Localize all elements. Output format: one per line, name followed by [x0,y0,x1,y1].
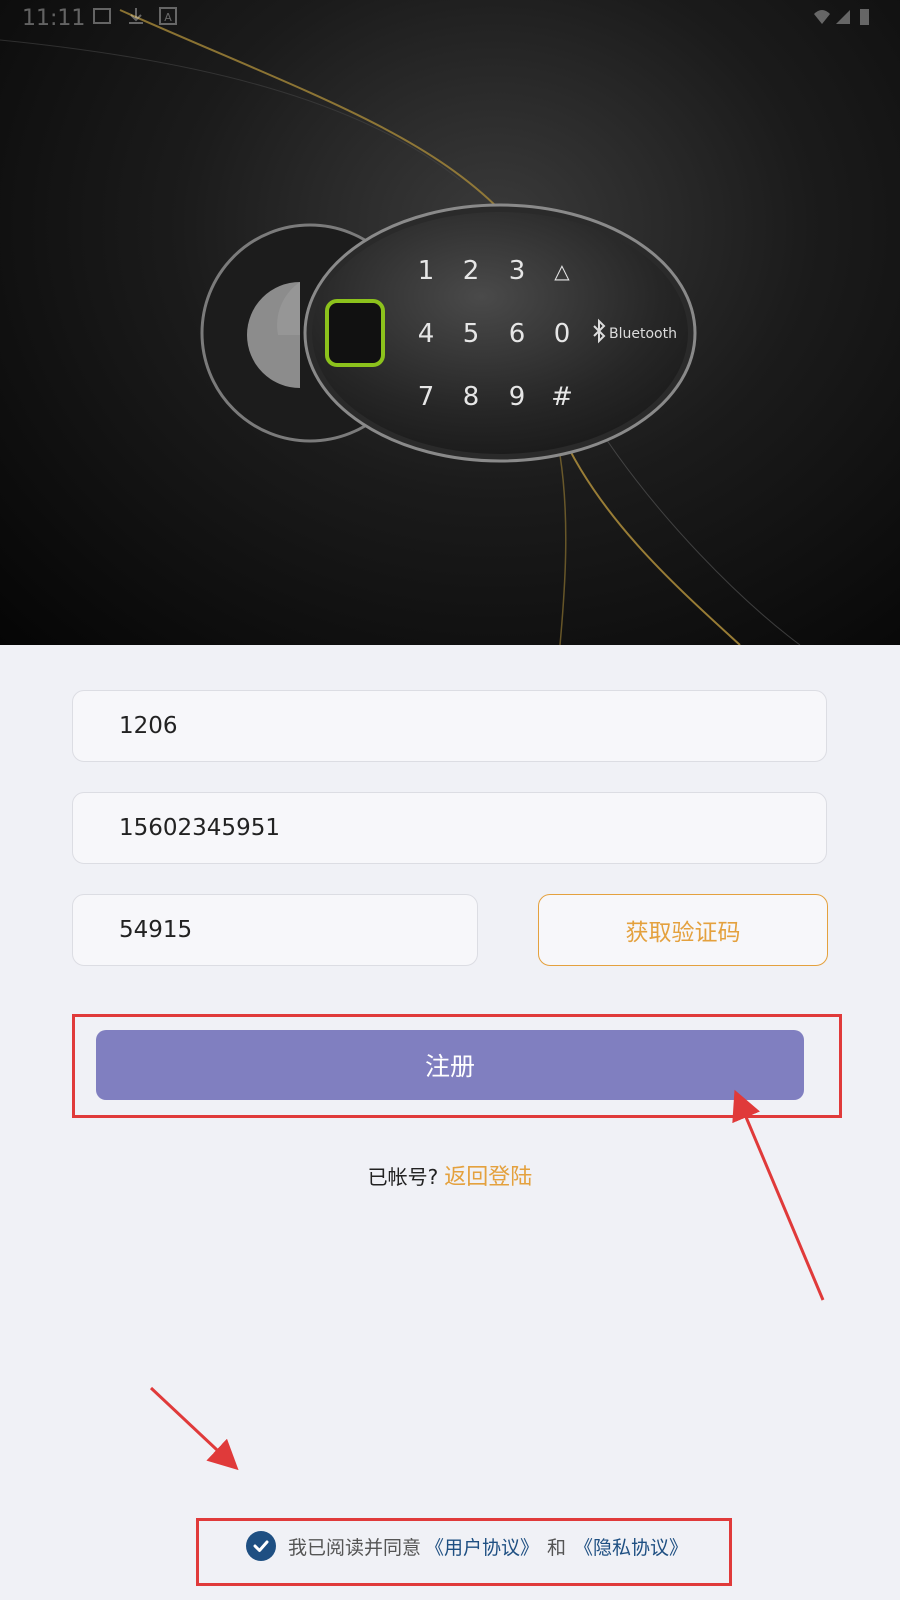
keypad-key: 1 [418,256,435,286]
keypad-key: 3 [509,256,526,286]
smart-lock-illustration: 1 2 3 △ 4 5 6 0 7 8 9 # Bluetooth [0,9,801,645]
keypad-key: 7 [418,382,435,412]
agreement-and: 和 [547,1536,567,1559]
agree-checkbox[interactable] [246,1531,276,1561]
font-icon: A [159,7,177,25]
annotation-arrow-agreement [149,1386,239,1471]
get-code-button[interactable]: 获取验证码 [538,894,828,966]
checkmark-icon [253,1540,269,1552]
login-row: 已帐号? 返回登陆 [0,1158,900,1192]
keypad-key: 6 [509,319,526,349]
download-icon [129,8,143,24]
register-button[interactable]: 注册 [96,1030,804,1100]
verification-code-field[interactable]: 54915 [72,894,478,966]
status-bar: 11:11 A [0,0,900,38]
agreement-text: 我已阅读并同意 [288,1536,422,1559]
status-time: 11:11 [22,6,86,31]
privacy-agreement-link[interactable]: 《隐私协议》 [574,1533,688,1560]
username-field[interactable]: 1206 [72,690,827,762]
keypad-key: 8 [463,382,480,412]
image-icon [93,8,111,24]
annotation-arrow-register [732,1089,825,1301]
svg-text:A: A [164,11,172,24]
back-to-login-link[interactable]: 返回登陆 [444,1159,532,1191]
battery-icon [860,9,869,25]
username-value: 1206 [119,713,178,739]
keypad-key: 4 [418,319,435,349]
phone-value: 15602345951 [119,815,280,841]
verification-code-value: 54915 [119,917,193,943]
keypad-key: △ [554,259,570,283]
hero-banner: 1 2 3 △ 4 5 6 0 7 8 9 # Bluetooth 11:11 … [0,0,900,645]
keypad-key: 2 [463,256,480,286]
keypad-key: 9 [509,382,526,412]
wifi-icon [814,10,830,24]
system-status-icons [814,9,869,25]
phone-field[interactable]: 15602345951 [72,792,827,864]
bluetooth-label: Bluetooth [609,326,677,342]
keypad-key: 0 [554,319,571,349]
user-agreement-link[interactable]: 《用户协议》 [425,1533,539,1560]
keypad-key: 5 [463,319,480,349]
keypad-key: # [551,382,573,412]
login-prompt: 已帐号? [367,1164,439,1189]
agreement-row: 我已阅读并同意 《用户协议》 和 《隐私协议》 [246,1529,688,1563]
signal-icon [836,10,850,24]
